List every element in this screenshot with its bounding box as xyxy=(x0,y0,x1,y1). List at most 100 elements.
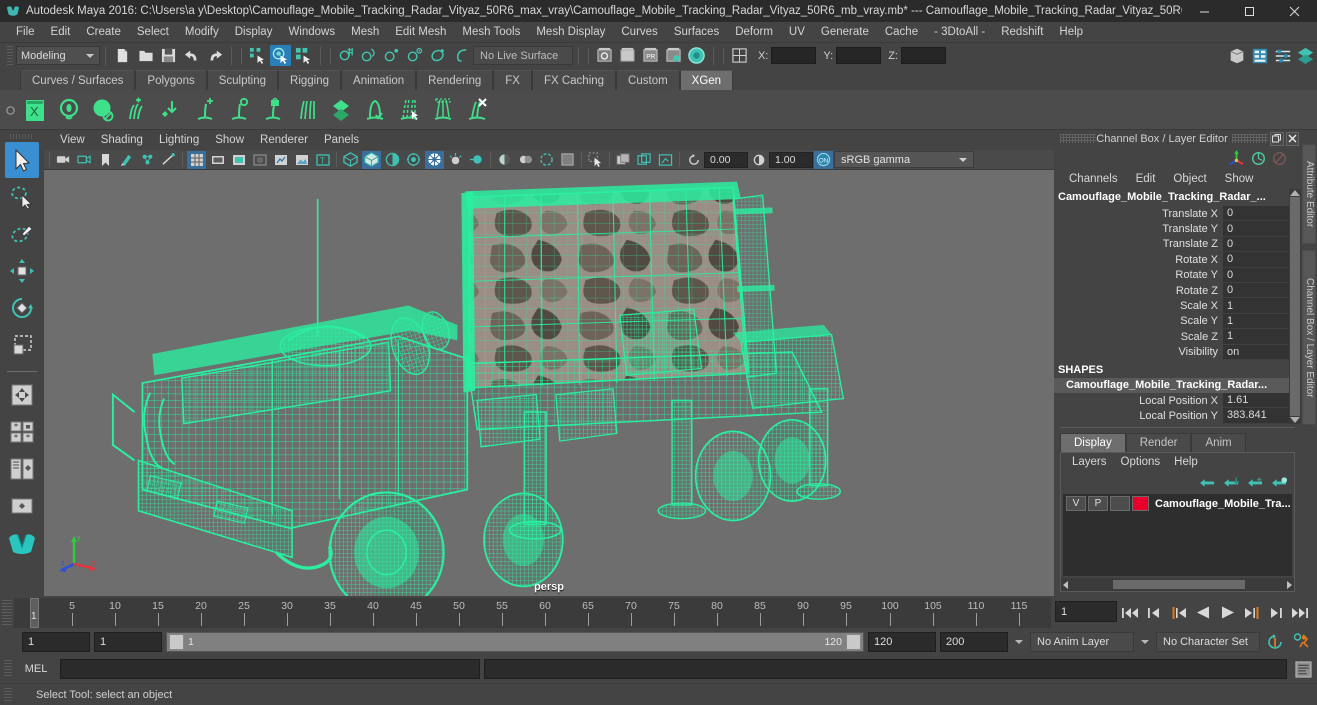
viewport-menu-renderer[interactable]: Renderer xyxy=(252,130,316,150)
coord-z-field[interactable] xyxy=(900,47,946,64)
menu-select[interactable]: Select xyxy=(129,22,177,43)
ambient-occlusion-button[interactable] xyxy=(446,151,465,169)
anim-layer-selector[interactable]: No Anim Layer xyxy=(1030,632,1134,652)
layer-horizontal-scrollbar[interactable] xyxy=(1061,578,1294,591)
menu-uv[interactable]: UV xyxy=(781,22,813,43)
animation-end-time-field[interactable]: 200 xyxy=(940,632,1008,652)
channel-value[interactable]: 383.841 xyxy=(1223,408,1289,424)
layer-shading-toggle[interactable] xyxy=(1110,496,1130,511)
xgen-place-icon[interactable] xyxy=(156,94,186,126)
xgen-region-icon[interactable] xyxy=(428,94,458,126)
xray-active-components-button[interactable] xyxy=(537,151,556,169)
isolate-select-button[interactable] xyxy=(495,151,514,169)
layer-playback-toggle[interactable]: P xyxy=(1088,496,1108,511)
render-sequence-button[interactable] xyxy=(663,45,684,66)
maya-logo-button[interactable] xyxy=(5,525,39,561)
maximize-button[interactable] xyxy=(1227,0,1272,22)
play-forwards-button[interactable] xyxy=(1217,602,1237,624)
menu-cache[interactable]: Cache xyxy=(877,22,926,43)
xgen-add-guide-icon[interactable] xyxy=(190,94,220,126)
new-scene-button[interactable] xyxy=(112,45,133,66)
wireframe-shading-button[interactable] xyxy=(341,151,360,169)
menu-3dtoall[interactable]: - 3DtoAll - xyxy=(926,22,993,43)
make-live-button[interactable] xyxy=(451,45,472,66)
channel-value[interactable]: on xyxy=(1223,344,1289,360)
panel-grip-right[interactable] xyxy=(1231,134,1269,143)
shaded-flat-button[interactable] xyxy=(383,151,402,169)
image-plane-button[interactable] xyxy=(292,151,311,169)
layer-list[interactable]: V P Camouflage_Mobile_Tra... xyxy=(1063,494,1292,576)
two-pane-layout-button[interactable] xyxy=(5,451,39,487)
shelf-tab-animation[interactable]: Animation xyxy=(341,70,417,90)
film-gate-button[interactable] xyxy=(208,151,227,169)
shelf-tab-curves-surfaces[interactable]: Curves / Surfaces xyxy=(20,70,136,90)
viewport-menu-lighting[interactable]: Lighting xyxy=(151,130,207,150)
layer-row[interactable]: V P Camouflage_Mobile_Tra... xyxy=(1063,494,1292,513)
channel-value[interactable]: 0 xyxy=(1223,236,1289,253)
render-settings-button[interactable]: PR xyxy=(640,45,661,66)
channelbox-menu-object[interactable]: Object xyxy=(1164,169,1215,189)
show-hide-modeling-toolkit-button[interactable] xyxy=(1226,45,1247,66)
gamma-field[interactable]: 1.00 xyxy=(769,151,813,168)
menu-redshift[interactable]: Redshift xyxy=(993,22,1051,43)
ipr-render-button[interactable] xyxy=(617,45,638,66)
range-start-handle[interactable] xyxy=(169,634,184,650)
shelf-tab-polygons[interactable]: Polygons xyxy=(135,70,207,90)
undo-button[interactable] xyxy=(181,45,202,66)
viewport-menu-view[interactable]: View xyxy=(52,130,93,150)
color-management-toggle[interactable]: ON xyxy=(814,150,833,169)
menu-display[interactable]: Display xyxy=(227,22,281,43)
menu-deform[interactable]: Deform xyxy=(727,22,781,43)
shelf-tab-rigging[interactable]: Rigging xyxy=(278,70,342,90)
scroll-right-icon[interactable] xyxy=(1287,580,1292,589)
xgen-sphere-icon[interactable] xyxy=(88,94,118,126)
auto-keyframe-button[interactable] xyxy=(1264,633,1286,651)
script-language-label[interactable]: MEL xyxy=(16,663,56,675)
gate-mask-button[interactable] xyxy=(250,151,269,169)
paint-select-tool[interactable] xyxy=(5,216,39,252)
menu-mesh-display[interactable]: Mesh Display xyxy=(528,22,613,43)
character-set-selector[interactable]: No Character Set xyxy=(1156,632,1260,652)
channel-box-scrollbar[interactable] xyxy=(1289,189,1301,424)
select-tool[interactable] xyxy=(5,142,39,178)
measure-button[interactable] xyxy=(159,151,178,169)
motion-blur-button[interactable] xyxy=(467,151,486,169)
scroll-thumb[interactable] xyxy=(1290,197,1300,416)
channel-row-translate-z[interactable]: Translate Z 0 xyxy=(1054,236,1289,253)
hscroll-thumb[interactable] xyxy=(1113,580,1245,589)
grease-pencil-button[interactable] xyxy=(117,151,136,169)
viewport-menu-panels[interactable]: Panels xyxy=(316,130,367,150)
layer-options-icon[interactable] xyxy=(1272,476,1288,489)
shelf-options-icon[interactable] xyxy=(5,105,16,116)
channelbox-menu-edit[interactable]: Edit xyxy=(1127,169,1165,189)
menu-modify[interactable]: Modify xyxy=(177,22,227,43)
render-view-button[interactable] xyxy=(594,45,615,66)
channel-value[interactable]: 0 xyxy=(1223,206,1289,222)
grid-toggle-button[interactable] xyxy=(187,150,206,169)
channel-row-scale-y[interactable]: Scale Y 1 xyxy=(1054,313,1289,330)
new-layer-icon[interactable] xyxy=(1200,476,1216,489)
layer-menu-layers[interactable]: Layers xyxy=(1065,453,1114,472)
select-camera-button[interactable] xyxy=(54,151,73,169)
minimize-button[interactable] xyxy=(1182,0,1227,22)
channel-row-scale-x[interactable]: Scale X 1 xyxy=(1054,298,1289,314)
channel-row-rotate-z[interactable]: Rotate Z 0 xyxy=(1054,282,1289,299)
show-hide-tool-settings-button[interactable] xyxy=(1272,45,1293,66)
close-button[interactable] xyxy=(1272,0,1317,22)
duplicate-view-teal-button[interactable] xyxy=(635,151,654,169)
channel-row-rotate-x[interactable]: Rotate X 0 xyxy=(1054,252,1289,268)
panel-close-button[interactable] xyxy=(1285,131,1299,146)
exposure-reset-button[interactable] xyxy=(684,151,703,169)
channelbox-menu-show[interactable]: Show xyxy=(1216,169,1263,189)
play-backwards-button[interactable] xyxy=(1193,602,1213,624)
timeslider-grip[interactable] xyxy=(2,600,12,625)
input-output-connections-button[interactable] xyxy=(729,45,750,66)
scroll-up-icon[interactable] xyxy=(1290,190,1300,196)
shelf-tab-rendering[interactable]: Rendering xyxy=(416,70,494,90)
hypershade-button[interactable] xyxy=(686,45,707,66)
layer-menu-options[interactable]: Options xyxy=(1114,453,1168,472)
scale-tool[interactable] xyxy=(5,327,39,363)
shelf-tab-custom[interactable]: Custom xyxy=(616,70,680,90)
xgen-density-icon[interactable] xyxy=(394,94,424,126)
snap-grid-button[interactable] xyxy=(336,45,357,66)
